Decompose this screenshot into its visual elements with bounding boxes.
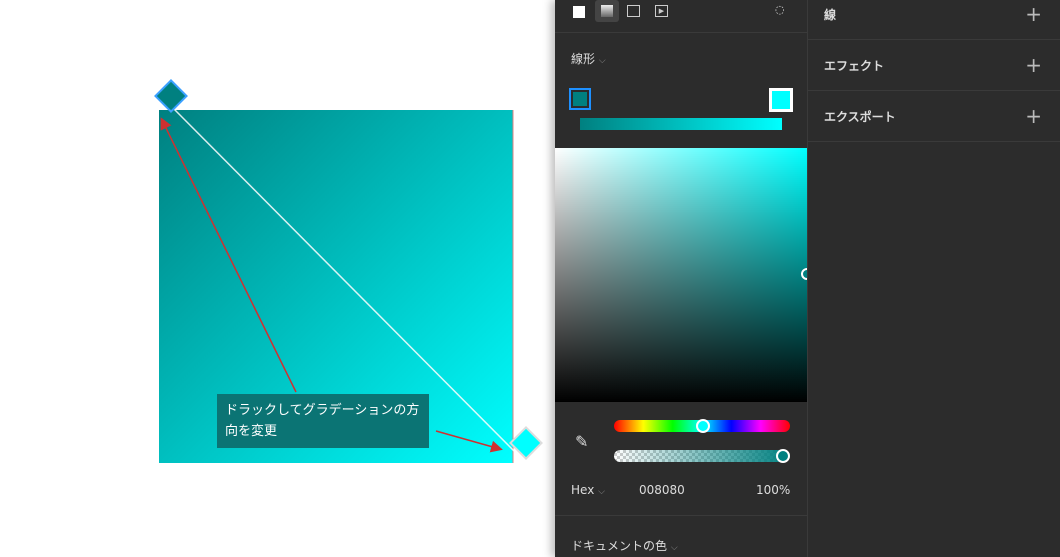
chevron-down-icon: ⌵ [670, 543, 678, 553]
section-label: 線 [824, 7, 837, 22]
document-colors-label: ドキュメントの色 [571, 539, 668, 553]
eyedropper-icon[interactable]: ✎ [575, 432, 588, 451]
hex-input[interactable]: 008080 [639, 483, 685, 497]
section-export: エクスポート + [808, 91, 1060, 142]
gradient-start-handle[interactable] [154, 79, 188, 113]
hue-slider[interactable] [614, 419, 790, 433]
gradient-end-handle[interactable] [509, 426, 543, 460]
section-effect: エフェクト + [808, 40, 1060, 91]
plus-icon[interactable]: + [1025, 104, 1042, 128]
video-icon[interactable]: ▶ [655, 5, 668, 17]
arrow [435, 430, 503, 453]
gradient-stop-start[interactable] [569, 88, 591, 110]
section-label: エフェクト [824, 58, 885, 73]
gradient-type-label: 線形 [571, 52, 596, 66]
plus-icon[interactable]: + [1025, 53, 1042, 77]
fill-panel: ▶ ◌ 線形 ⌵ ✎ Hex ⌵ 008080 100% ドキュメントの色 ⌵ [555, 0, 813, 557]
properties-panel: 線 + エフェクト + エクスポート + [807, 0, 1060, 557]
image-icon[interactable] [627, 5, 640, 17]
alpha-slider-knob[interactable] [776, 449, 790, 463]
drop-icon[interactable]: ◌ [775, 3, 789, 17]
gradient-overlay [154, 79, 543, 463]
document-colors-select[interactable]: ドキュメントの色 ⌵ [571, 537, 678, 554]
gradient-bar[interactable] [580, 118, 782, 130]
section-label: エクスポート [824, 109, 896, 124]
alpha-slider[interactable] [614, 449, 790, 463]
hue-slider-knob[interactable] [696, 419, 710, 433]
gradient-icon[interactable] [595, 0, 619, 22]
plus-icon[interactable]: + [1025, 2, 1042, 26]
color-picker-area[interactable] [555, 148, 813, 402]
gradient-stop-end[interactable] [769, 88, 793, 112]
arrow [160, 117, 297, 393]
color-mode-label: Hex [571, 483, 595, 497]
gradient-type-select[interactable]: 線形 ⌵ [571, 50, 606, 67]
color-mode-select[interactable]: Hex ⌵ [571, 483, 605, 497]
solid-icon[interactable] [573, 6, 585, 18]
canvas[interactable]: ドラックしてグラデーションの方向を変更 [0, 0, 555, 557]
opacity-input[interactable]: 100% [756, 483, 790, 497]
chevron-down-icon: ⌵ [598, 56, 606, 66]
annotation-note: ドラックしてグラデーションの方向を変更 [217, 394, 429, 448]
section-stroke: 線 + [808, 0, 1060, 40]
chevron-down-icon: ⌵ [598, 487, 605, 497]
